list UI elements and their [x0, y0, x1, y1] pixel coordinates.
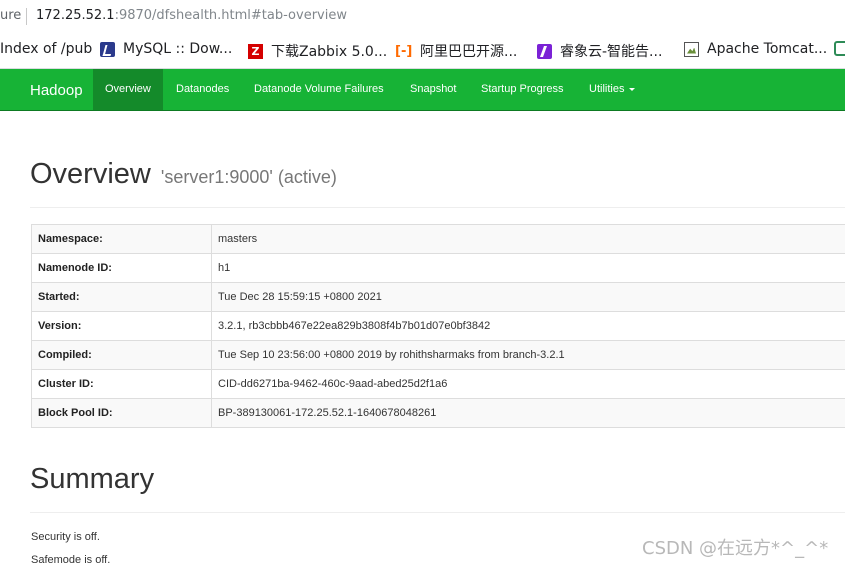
nav-snapshot[interactable]: Snapshot	[410, 69, 456, 110]
bookmark-index-of-pub[interactable]: Index of /pub	[0, 41, 92, 57]
address-separator	[26, 8, 27, 25]
row-key: Cluster ID:	[32, 370, 212, 399]
address-bar[interactable]: ure 172.25.52.1:9870/dfshealth.html#tab-…	[0, 0, 845, 34]
row-value: 3.2.1, rb3cbbb467e22ea829b3808f4b7b01d07…	[212, 312, 845, 341]
row-key: Started:	[32, 283, 212, 312]
row-value: CID-dd6271ba-9462-460c-9aad-abed25d2f1a6	[212, 370, 845, 399]
row-value: Tue Sep 10 23:56:00 +0800 2019 by rohith…	[212, 341, 845, 370]
divider	[30, 512, 845, 513]
url-path: :9870/dfshealth.html#tab-overview	[115, 8, 347, 23]
caret-down-icon	[629, 88, 635, 91]
security-status: Security is off.	[31, 531, 100, 543]
nav-utilities-label: Utilities	[589, 83, 624, 95]
bookmark-mysql[interactable]: MySQL :: Dow...	[100, 41, 232, 57]
divider	[30, 207, 845, 208]
row-value: BP-389130061-172.25.52.1-1640678048261	[212, 399, 845, 428]
table-row: Cluster ID: CID-dd6271ba-9462-460c-9aad-…	[32, 370, 845, 399]
summary-title: Summary	[30, 463, 154, 496]
page-title: Overview 'server1:9000' (active)	[30, 158, 337, 191]
overview-table: Namespace: masters Namenode ID: h1 Start…	[31, 224, 845, 428]
navbar-brand[interactable]: Hadoop	[30, 82, 83, 99]
csdn-watermark: CSDN @在远方*^_^*	[642, 534, 828, 560]
table-row: Version: 3.2.1, rb3cbbb467e22ea829b3808f…	[32, 312, 845, 341]
nav-startup-progress[interactable]: Startup Progress	[481, 69, 564, 110]
ruixiang-icon	[537, 44, 552, 59]
bookmark-overflow-icon	[834, 41, 845, 56]
bookmark-label: 阿里巴巴开源...	[420, 41, 517, 61]
nav-utilities[interactable]: Utilities	[589, 69, 635, 110]
tomcat-icon	[684, 42, 699, 57]
row-value: Tue Dec 28 15:59:15 +0800 2021	[212, 283, 845, 312]
bookmarks-bar: Index of /pub MySQL :: Dow... Z 下载Zabbix…	[0, 34, 845, 69]
table-row: Compiled: Tue Sep 10 23:56:00 +0800 2019…	[32, 341, 845, 370]
overview-subtitle: 'server1:9000' (active)	[161, 167, 337, 187]
nav-overview[interactable]: Overview	[93, 69, 163, 110]
bookmark-label: Index of /pub	[0, 41, 92, 57]
row-key: Namenode ID:	[32, 254, 212, 283]
security-indicator[interactable]: ure	[0, 8, 21, 23]
row-value: h1	[212, 254, 845, 283]
table-row: Namespace: masters	[32, 225, 845, 254]
bookmark-tomcat[interactable]: Apache Tomcat...	[684, 41, 827, 57]
alibaba-icon: [-]	[395, 44, 412, 59]
table-row: Started: Tue Dec 28 15:59:15 +0800 2021	[32, 283, 845, 312]
bookmark-alibaba[interactable]: [-] 阿里巴巴开源...	[395, 41, 517, 61]
row-value: masters	[212, 225, 845, 254]
nav-datanode-volume-failures[interactable]: Datanode Volume Failures	[254, 69, 384, 110]
row-key: Block Pool ID:	[32, 399, 212, 428]
overview-title: Overview	[30, 158, 151, 190]
bookmark-label: 睿象云-智能告...	[560, 41, 662, 61]
safemode-status: Safemode is off.	[31, 554, 110, 566]
url-host: 172.25.52.1	[36, 8, 115, 23]
nav-datanodes[interactable]: Datanodes	[176, 69, 229, 110]
bookmark-ruixiang[interactable]: 睿象云-智能告...	[537, 41, 662, 61]
bookmark-label: 下载Zabbix 5.0...	[271, 41, 387, 61]
bookmark-overflow[interactable]	[834, 41, 845, 56]
table-row: Namenode ID: h1	[32, 254, 845, 283]
row-key: Version:	[32, 312, 212, 341]
row-key: Compiled:	[32, 341, 212, 370]
row-key: Namespace:	[32, 225, 212, 254]
bookmark-label: MySQL :: Dow...	[123, 41, 232, 57]
bookmark-label: Apache Tomcat...	[707, 41, 827, 57]
bookmark-zabbix[interactable]: Z 下载Zabbix 5.0...	[248, 41, 387, 61]
url-text[interactable]: 172.25.52.1:9870/dfshealth.html#tab-over…	[36, 8, 347, 23]
zabbix-icon: Z	[248, 44, 263, 59]
hadoop-navbar: Hadoop Overview Datanodes Datanode Volum…	[0, 69, 845, 111]
mysql-icon	[100, 42, 115, 57]
table-row: Block Pool ID: BP-389130061-172.25.52.1-…	[32, 399, 845, 428]
